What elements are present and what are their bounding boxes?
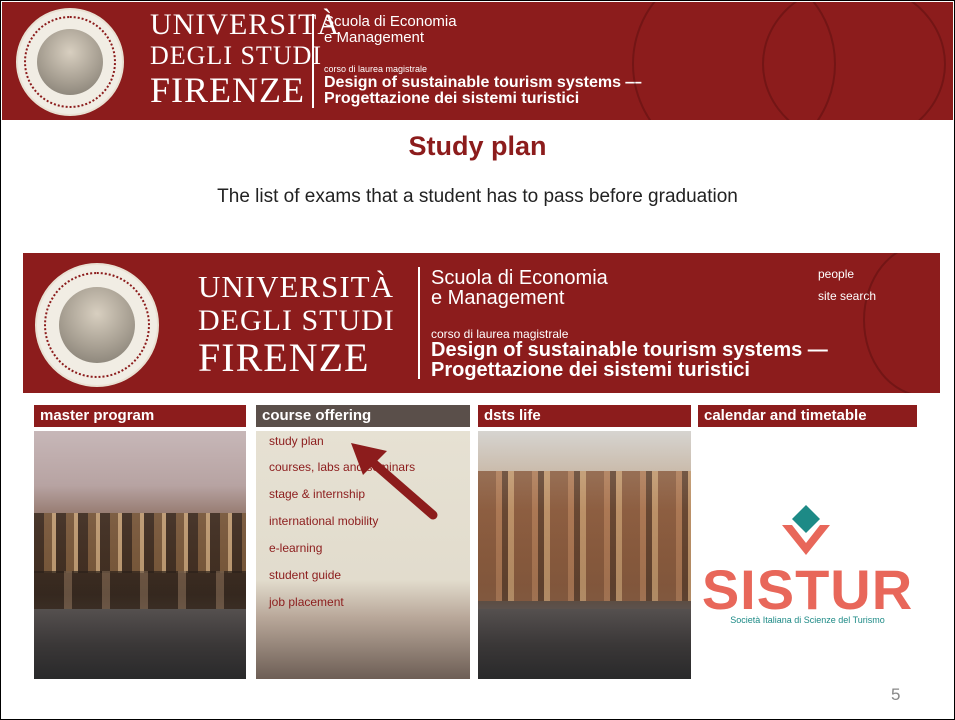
sistur-logo-text: SISTUR bbox=[701, 558, 914, 621]
menu-item-job-placement[interactable]: job placement bbox=[269, 595, 344, 609]
nav-master-program[interactable]: master program bbox=[34, 405, 246, 427]
sistur-logo-panel: SISTUR Società Italiana di Scienze del T… bbox=[698, 431, 917, 679]
school-name-line1: Scuola di Economia bbox=[324, 13, 457, 30]
site-school-line1: Scuola di Economia bbox=[431, 267, 608, 289]
site-course-title2: Progettazione dei sistemi turistici bbox=[431, 359, 750, 381]
ponte-vecchio-photo bbox=[34, 431, 246, 679]
site-school-line2: e Management bbox=[431, 287, 565, 309]
slide: UNIVERSITÀ DEGLI STUDI FIRENZE Scuola di… bbox=[0, 0, 955, 720]
sketch-decoration bbox=[863, 253, 940, 393]
menu-item-study-plan[interactable]: study plan bbox=[269, 434, 324, 448]
course-title-line2: Progettazione dei sistemi turistici bbox=[324, 90, 580, 107]
slide-subtitle: The list of exams that a student has to … bbox=[217, 186, 738, 207]
nav-course-offering[interactable]: course offering bbox=[256, 405, 470, 427]
site-uni-line2: DEGLI STUDI bbox=[198, 304, 395, 337]
university-seal-logo bbox=[16, 8, 124, 116]
nav-calendar-timetable[interactable]: calendar and timetable bbox=[698, 405, 917, 427]
uni-name-line3: FIRENZE bbox=[150, 70, 305, 110]
site-uni-line3: FIRENZE bbox=[198, 335, 370, 380]
people-link[interactable]: people bbox=[818, 268, 854, 281]
nav-dsts-life[interactable]: dsts life bbox=[478, 405, 691, 427]
university-seal-logo bbox=[35, 263, 159, 387]
divider bbox=[312, 14, 314, 108]
top-banner: UNIVERSITÀ DEGLI STUDI FIRENZE Scuola di… bbox=[2, 2, 953, 120]
divider bbox=[418, 267, 420, 379]
menu-item-elearning[interactable]: e-learning bbox=[269, 541, 322, 555]
sketch-decoration bbox=[762, 2, 946, 120]
sistur-logo-subtitle: Società Italiana di Scienze del Turismo bbox=[730, 615, 885, 625]
site-uni-line1: UNIVERSITÀ bbox=[198, 269, 394, 304]
page-number: 5 bbox=[891, 685, 901, 704]
uni-name-line2: DEGLI STUDI bbox=[150, 41, 323, 70]
sistur-emblem-icon bbox=[782, 505, 830, 555]
site-course-title1: Design of sustainable tourism systems — bbox=[431, 339, 828, 361]
dsts-life-photo bbox=[478, 431, 691, 679]
course-label: corso di laurea magistrale bbox=[324, 64, 428, 74]
pointer-arrow-icon bbox=[351, 443, 438, 520]
site-header: UNIVERSITÀ DEGLI STUDI FIRENZE Scuola di… bbox=[23, 253, 940, 393]
menu-item-student-guide[interactable]: student guide bbox=[269, 568, 341, 582]
school-name-line2: e Management bbox=[324, 29, 425, 46]
slide-title: Study plan bbox=[408, 131, 547, 161]
